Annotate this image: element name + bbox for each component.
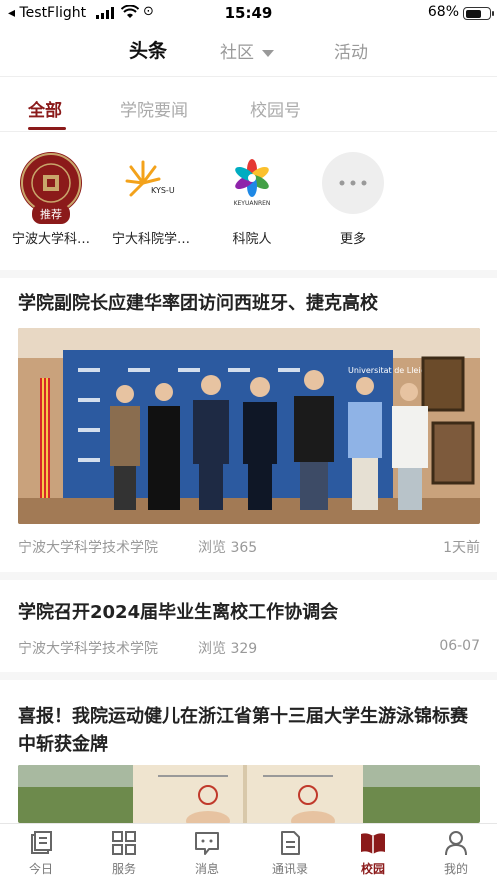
- channel-label: 宁波大学科…: [11, 232, 90, 247]
- clock: 15:49: [224, 4, 273, 22]
- article-date: 1天前: [443, 540, 480, 556]
- nav-campus[interactable]: 校园: [343, 830, 403, 877]
- certificate-photo-image: [18, 765, 480, 823]
- nav-label: 消息: [194, 862, 219, 876]
- calendar-icon: [31, 831, 52, 854]
- chevron-down-icon: [262, 49, 274, 57]
- article-meta: 宁波大学科学技术学院 浏览 329 06-07: [18, 638, 480, 658]
- view-count: 浏览 329: [198, 641, 258, 657]
- active-tab-indicator: [28, 127, 66, 130]
- nav-messages[interactable]: 消息: [177, 830, 237, 877]
- recommended-badge: 推荐: [32, 204, 70, 224]
- sub-tabs: 全部 学院要闻 校园号: [0, 84, 497, 130]
- subtab-college-news[interactable]: 学院要闻: [120, 96, 188, 121]
- kys-logo: KYS-U: [120, 152, 182, 214]
- address-book-icon: [281, 831, 300, 855]
- subtab-campus-accounts[interactable]: 校园号: [250, 96, 301, 121]
- channel-item[interactable]: KYS-U 宁大科院学…: [101, 152, 201, 247]
- banner-text: Universitat de Lleida: [348, 366, 431, 375]
- article-date: 06-07: [439, 638, 480, 654]
- article-photo[interactable]: Universitat de Lleida: [18, 328, 480, 524]
- college-seal-logo: 推荐: [20, 152, 82, 224]
- nav-contacts[interactable]: 通讯录: [260, 830, 320, 877]
- nav-services[interactable]: 服务: [94, 830, 154, 877]
- article-source: 宁波大学科学技术学院: [18, 641, 158, 657]
- more-icon: [322, 152, 384, 214]
- keyuanren-logo-text: KEYUANREN: [234, 200, 271, 207]
- nav-today[interactable]: 今日: [11, 830, 71, 877]
- view-count: 浏览 365: [198, 540, 258, 556]
- channel-item[interactable]: KEYUANREN 科院人: [202, 152, 302, 247]
- nav-label: 通讯录: [271, 862, 308, 876]
- nav-label: 校园: [360, 862, 385, 876]
- section-separator: [0, 572, 497, 580]
- top-tabs: 头条 社区 活动: [0, 30, 497, 74]
- article-meta: 宁波大学科学技术学院 浏览 365 1天前: [18, 537, 480, 557]
- article-photo[interactable]: [18, 765, 480, 823]
- channel-item[interactable]: 推荐 宁波大学科…: [1, 152, 101, 247]
- nav-label: 服务: [111, 862, 136, 876]
- flower-icon: KEYUANREN: [234, 159, 271, 207]
- nav-label: 今日: [28, 862, 53, 876]
- article-title[interactable]: 喜报！我院运动健儿在浙江省第十三届大学生游泳锦标赛中斩获金牌: [18, 703, 480, 759]
- article-title[interactable]: 学院召开2024届毕业生离校工作协调会: [18, 599, 480, 627]
- grid-icon: [112, 831, 136, 855]
- tab-community[interactable]: 社区: [220, 38, 274, 63]
- section-separator: [0, 270, 497, 278]
- article-title[interactable]: 学院副院长应建华率团访问西班牙、捷克高校: [18, 290, 480, 318]
- battery-percent: 68%: [427, 4, 459, 20]
- channel-label: 更多: [339, 232, 366, 247]
- section-separator: [0, 672, 497, 680]
- divider: [0, 131, 497, 132]
- battery-icon: [463, 7, 494, 20]
- chat-icon: [195, 832, 219, 855]
- channel-list: 推荐 宁波大学科… KYS-U 宁大科院学… KEYUANREN 科院人 更多: [0, 152, 497, 252]
- book-icon: [361, 833, 385, 854]
- divider: [0, 76, 497, 77]
- status-bar: ◂ TestFlight ⊙ 15:49 68%: [0, 0, 497, 28]
- kys-logo-text: KYS-U: [151, 186, 175, 195]
- tab-community-label: 社区: [220, 43, 254, 63]
- group-photo-image: Universitat de Lleida: [18, 328, 480, 524]
- channel-label: 宁大科院学…: [111, 232, 190, 247]
- subtab-all[interactable]: 全部: [28, 96, 62, 121]
- tab-activities[interactable]: 活动: [334, 38, 368, 63]
- keyuanren-logo: KEYUANREN: [221, 152, 283, 214]
- channel-label: 科院人: [232, 232, 272, 247]
- user-icon: [445, 831, 467, 856]
- nav-label: 我的: [443, 862, 468, 876]
- sunburst-icon: KYS-U: [125, 160, 175, 197]
- bottom-nav: 今日 服务 消息 通讯录 校园 我的: [0, 823, 497, 883]
- article-source: 宁波大学科学技术学院: [18, 540, 158, 556]
- nav-profile[interactable]: 我的: [426, 830, 486, 877]
- channel-item-more[interactable]: 更多: [303, 152, 403, 247]
- tab-headlines[interactable]: 头条: [129, 36, 167, 63]
